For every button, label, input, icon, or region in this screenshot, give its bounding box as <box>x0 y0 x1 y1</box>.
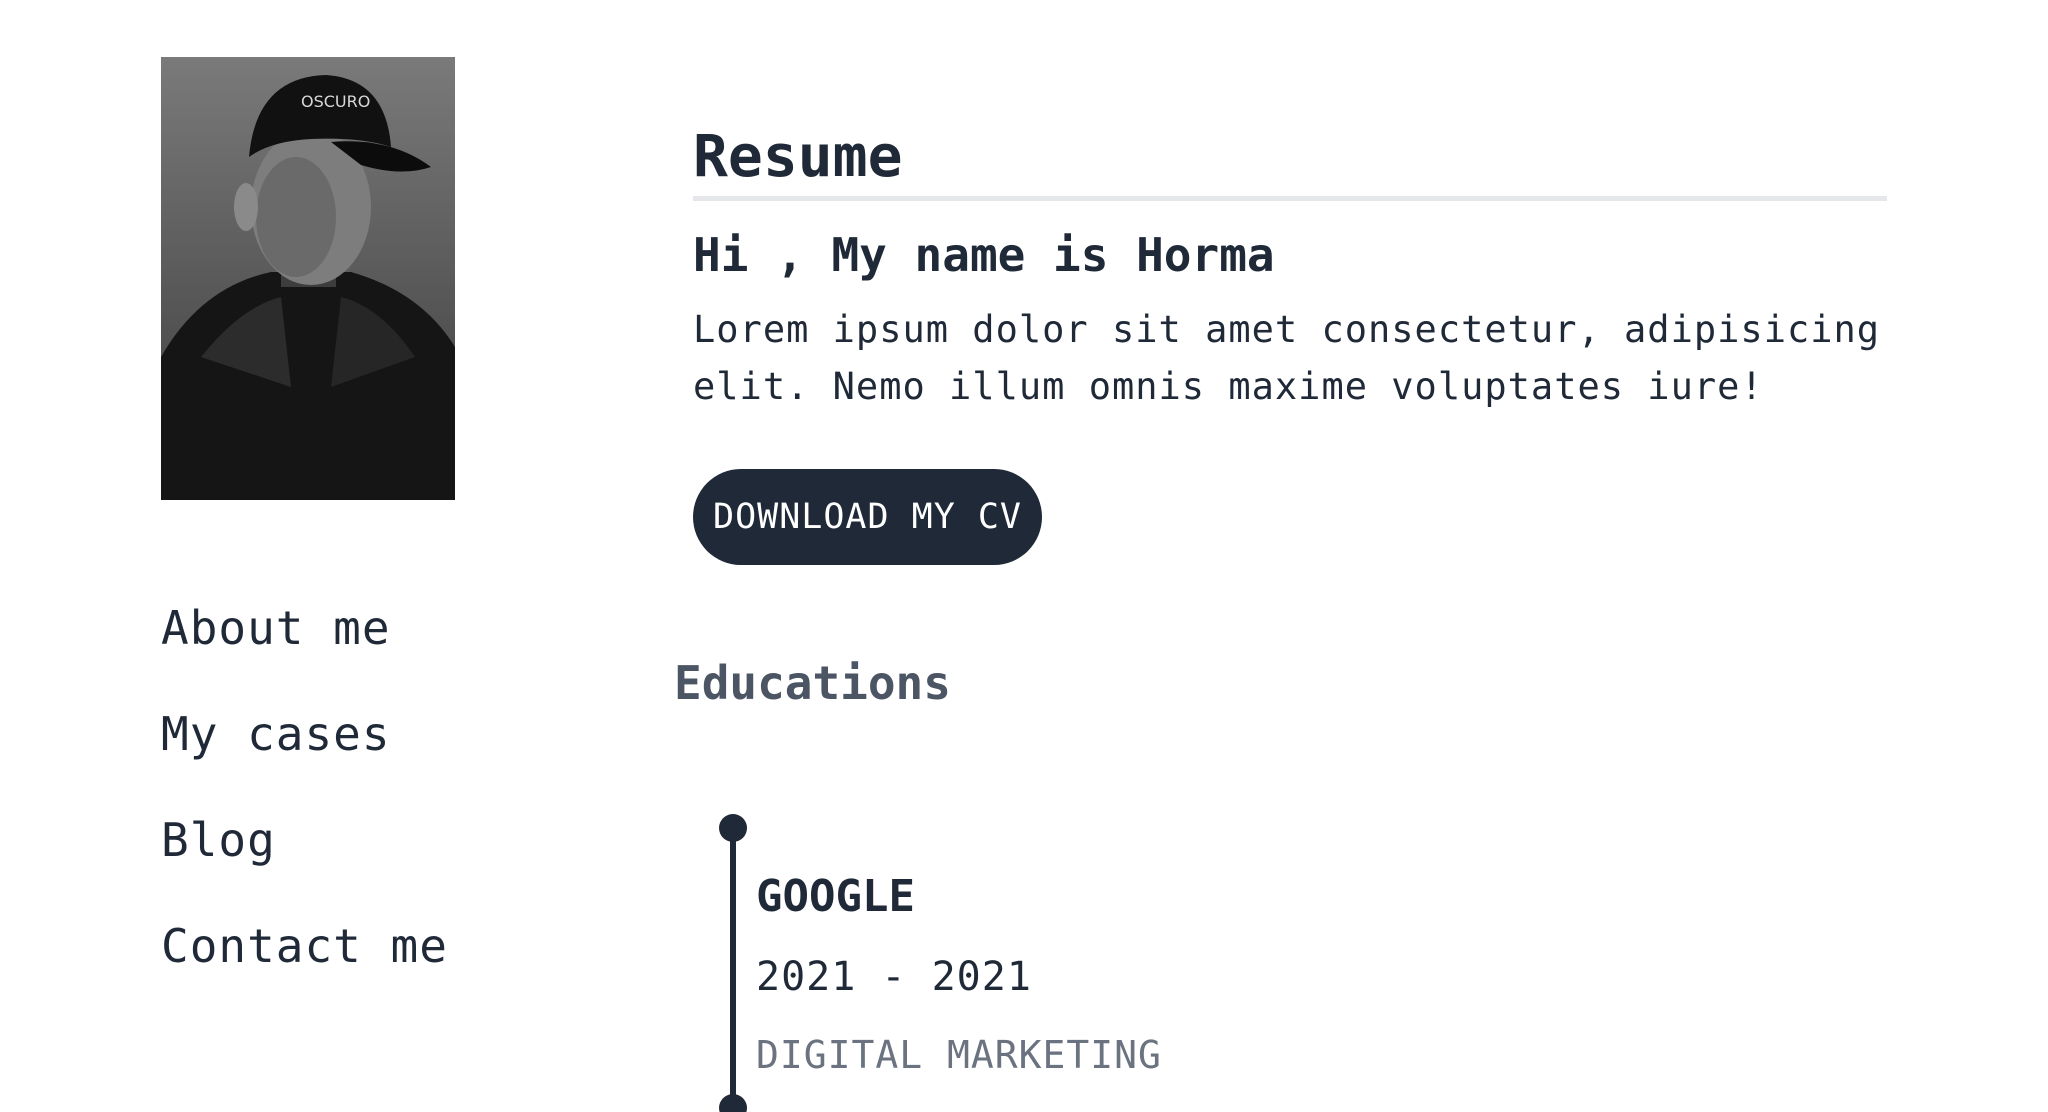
education-years: 2021 - 2021 <box>756 954 1032 1000</box>
portrait-image: OSCURO <box>161 57 455 500</box>
resume-page: OSCURO About me My cases Blog Contact me… <box>0 0 2048 1112</box>
main-content: Resume Hi , My name is Horma Lorem ipsum… <box>693 120 1887 565</box>
timeline-dot <box>719 814 747 842</box>
nav-item-cases[interactable]: My cases <box>161 706 448 812</box>
education-heading: Educations <box>674 656 951 710</box>
greeting-heading: Hi , My name is Horma <box>693 228 1275 282</box>
profile-photo: OSCURO <box>161 57 455 500</box>
nav-item-blog[interactable]: Blog <box>161 812 448 918</box>
page-title: Resume <box>693 120 1887 201</box>
download-cv-button[interactable]: DOWNLOAD MY CV <box>693 469 1043 565</box>
timeline-dot <box>719 1094 747 1112</box>
sidebar-nav: About me My cases Blog Contact me <box>161 600 448 1024</box>
nav-item-about[interactable]: About me <box>161 600 448 706</box>
timeline-line <box>730 820 736 1110</box>
education-role: DIGITAL MARKETING <box>756 1033 1162 1077</box>
svg-text:OSCURO: OSCURO <box>301 92 370 111</box>
nav-item-contact[interactable]: Contact me <box>161 918 448 1024</box>
education-company: GOOGLE <box>756 871 915 922</box>
intro-text: Lorem ipsum dolor sit amet consectetur, … <box>693 308 1881 408</box>
